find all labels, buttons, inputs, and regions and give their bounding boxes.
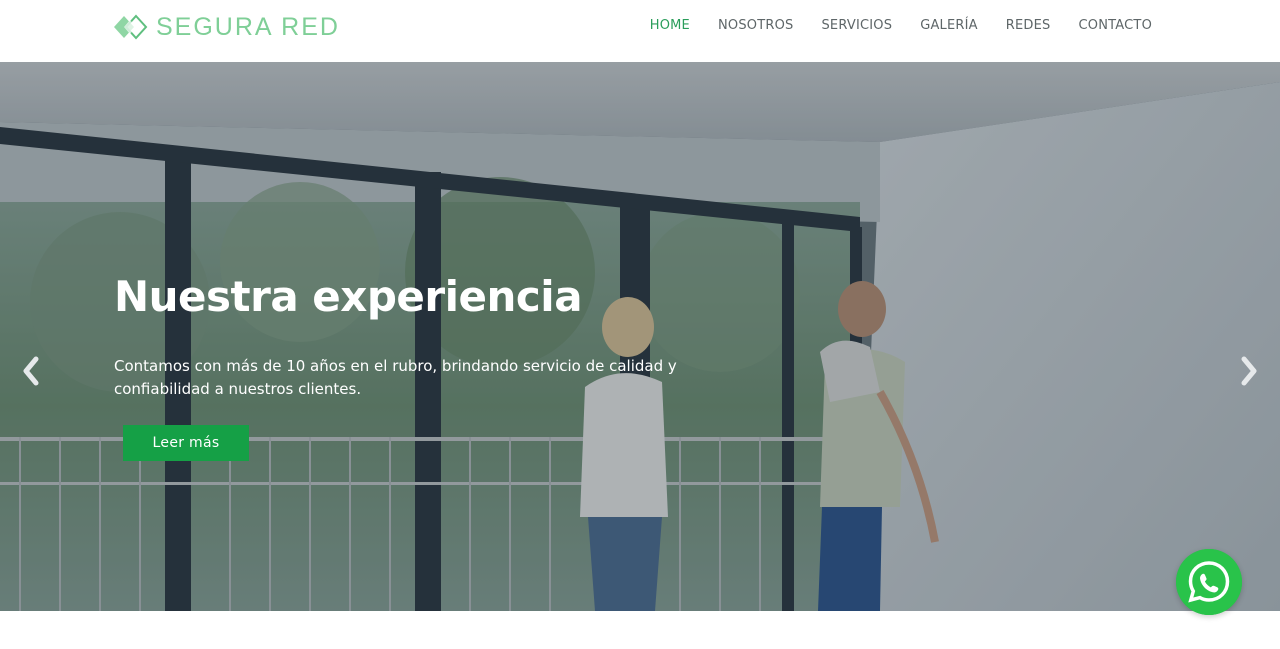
read-more-button[interactable]: Leer más (123, 425, 249, 461)
hero-description: Contamos con más de 10 años en el rubro,… (114, 357, 677, 398)
nav-home[interactable]: HOME (650, 18, 690, 33)
nav-contacto[interactable]: CONTACTO (1079, 18, 1152, 33)
whatsapp-icon (1176, 549, 1242, 615)
navbar: SEGURA RED HOME NOSOTROS SERVICIOS GALER… (0, 0, 1280, 62)
chevron-left-icon (23, 356, 39, 386)
carousel-next-button[interactable] (1234, 354, 1262, 388)
nav-servicios[interactable]: SERVICIOS (821, 18, 892, 33)
brand-name: SEGURA RED (156, 12, 340, 41)
brand-link[interactable]: SEGURA RED (114, 12, 340, 42)
carousel-prev-button[interactable] (18, 354, 46, 388)
nav-galeria[interactable]: GALERÍA (920, 18, 978, 33)
whatsapp-button[interactable] (1176, 549, 1242, 615)
main-nav: HOME NOSOTROS SERVICIOS GALERÍA REDES CO… (622, 18, 1152, 33)
hero-title: Nuestra experiencia (114, 272, 583, 321)
chevron-right-icon (1241, 356, 1257, 386)
nav-nosotros[interactable]: NOSOTROS (718, 18, 794, 33)
hero-carousel: Nuestra experiencia Contamos con más de … (0, 62, 1280, 611)
diamond-logo-icon (114, 14, 148, 40)
nav-redes[interactable]: REDES (1006, 18, 1051, 33)
hero-overlay (0, 62, 1280, 611)
